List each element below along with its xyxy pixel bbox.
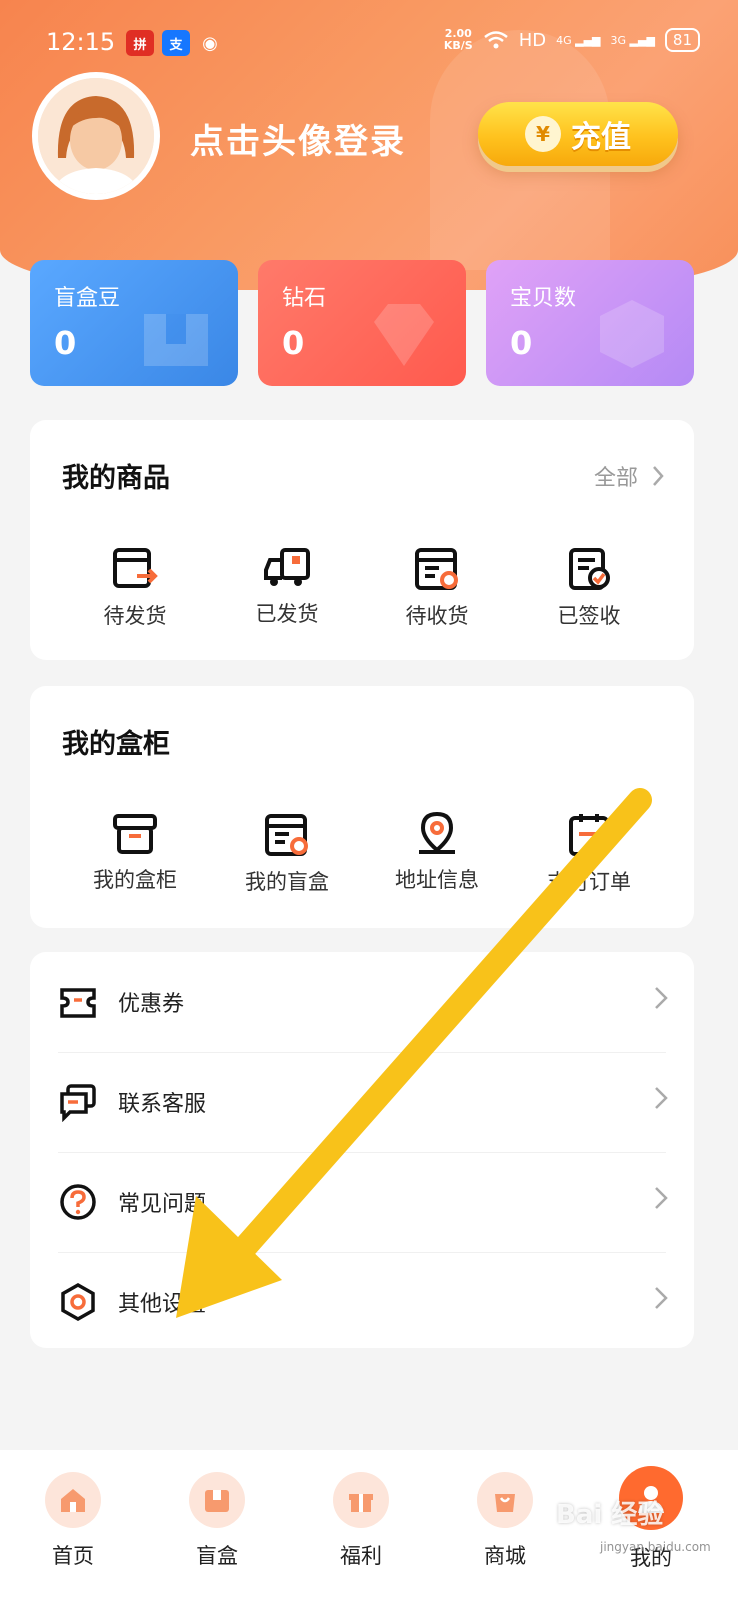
wechat-app-icon: ◉ (202, 32, 218, 54)
diamond-decoration-icon (374, 304, 434, 366)
gift-icon (333, 1472, 389, 1528)
status-bar: 12:15 拼 支 ◉ 2.00 KB/S HD 4G ▂▄▆ 3G ▂▄▆ 8… (0, 28, 738, 62)
my-goods-panel: 我的商品 全部 待发货 已发货 待收货 已签收 (30, 420, 694, 660)
tab-label: 商城 (484, 1544, 526, 1568)
status-indicators: 2.00 KB/S HD 4G ▂▄▆ 3G ▂▄▆ 81 (444, 28, 700, 52)
menu-item-other-settings[interactable]: 其他设置 (30, 1252, 694, 1352)
pinduoduo-app-icon: 拼 (126, 30, 154, 56)
watermark-url: jingyan.baidu.com (600, 1540, 711, 1554)
goods-pending-shipment[interactable]: 待发货 (60, 546, 210, 630)
my-cabinet-title: 我的盒柜 (62, 729, 170, 760)
settings-icon (61, 1282, 95, 1322)
chat-icon (60, 1084, 96, 1122)
truck-icon (264, 548, 310, 586)
recharge-label: 充值 (571, 120, 631, 155)
menu-item-label: 常见问题 (118, 1192, 207, 1217)
order-icon (569, 814, 609, 856)
status-time: 12:15 (46, 28, 116, 56)
goods-item-label: 已发货 (255, 602, 319, 626)
avatar[interactable] (32, 72, 160, 200)
cabinet-item-label: 我的盒柜 (93, 868, 177, 892)
cube-decoration-icon (600, 300, 664, 368)
chevron-right-icon (655, 1287, 668, 1309)
my-goods-title: 我的商品 (62, 463, 170, 494)
stat-card-blindbox-beans[interactable]: 盲盒豆 0 (30, 260, 238, 386)
cabinet-pay-orders[interactable]: 支付订单 (514, 812, 664, 896)
cabinet-item-label: 我的盲盒 (245, 870, 329, 894)
tab-label: 盲盒 (196, 1544, 238, 1568)
signed-icon (569, 548, 610, 590)
cabinet-item-label: 地址信息 (395, 868, 479, 892)
tab-label: 福利 (340, 1544, 382, 1568)
goods-shipped[interactable]: 已发货 (212, 546, 362, 628)
receipt-icon (415, 548, 458, 590)
alipay-app-icon: 支 (162, 30, 190, 56)
menu-item-coupons[interactable]: 优惠券 (30, 952, 694, 1052)
goods-signed[interactable]: 已签收 (514, 546, 664, 630)
tab-label: 首页 (52, 1544, 94, 1568)
watermark: Bai 经验 (556, 1500, 664, 1530)
chevron-right-icon (655, 1187, 668, 1209)
blindbox-icon (265, 814, 308, 856)
tab-home[interactable]: 首页 (18, 1472, 128, 1570)
tab-blindbox[interactable]: 盲盒 (162, 1472, 272, 1570)
menu-item-label: 其他设置 (118, 1292, 207, 1317)
chevron-right-icon (655, 1087, 668, 1109)
goods-item-label: 待收货 (405, 604, 469, 628)
yen-icon: ¥ (525, 116, 561, 152)
blindbox-tab-icon (189, 1472, 245, 1528)
menu-list-panel: 优惠券 联系客服 常见问题 其他设置 (30, 952, 694, 1348)
net-speed: 2.00 KB/S (443, 27, 473, 52)
cabinet-address-info[interactable]: 地址信息 (362, 810, 512, 894)
coupon-icon (60, 988, 96, 1018)
default-avatar-icon (38, 78, 154, 194)
signal-4g: 4G ▂▄▆ (556, 33, 601, 47)
recharge-button[interactable]: ¥ 充值 (478, 102, 678, 166)
cabinet-my-cabinet[interactable]: 我的盒柜 (60, 812, 210, 894)
view-all-link[interactable]: 全部 (594, 460, 664, 492)
menu-item-faq[interactable]: 常见问题 (30, 1152, 694, 1252)
my-cabinet-panel: 我的盒柜 我的盒柜 我的盲盒 地址信息 支付订单 (30, 686, 694, 928)
menu-item-label: 联系客服 (118, 1092, 207, 1117)
home-icon (45, 1472, 101, 1528)
chevron-right-icon (655, 987, 668, 1009)
signal-3g: 3G ▂▄▆ (610, 33, 655, 47)
tab-mall[interactable]: 商城 (450, 1472, 560, 1570)
wifi-icon (483, 31, 508, 49)
cabinet-my-blindbox[interactable]: 我的盲盒 (212, 812, 362, 896)
stat-card-treasures[interactable]: 宝贝数 0 (486, 260, 694, 386)
stat-card-diamonds[interactable]: 钻石 0 (258, 260, 466, 386)
menu-item-customer-service[interactable]: 联系客服 (30, 1052, 694, 1152)
question-icon (60, 1184, 96, 1220)
hd-indicator: HD (518, 29, 547, 51)
goods-item-label: 待发货 (103, 604, 167, 628)
login-prompt[interactable]: 点击头像登录 (190, 114, 406, 163)
goods-item-label: 已签收 (557, 604, 621, 628)
menu-item-label: 优惠券 (118, 992, 185, 1017)
goods-pending-receipt[interactable]: 待收货 (362, 546, 512, 630)
box-icon (113, 814, 157, 854)
tab-welfare[interactable]: 福利 (306, 1472, 416, 1570)
location-icon (419, 811, 455, 854)
cabinet-item-label: 支付订单 (547, 870, 631, 894)
battery-indicator: 81 (664, 28, 700, 52)
shop-icon (477, 1472, 533, 1528)
box-decoration-icon (144, 314, 208, 366)
shipment-pending-icon (113, 548, 158, 588)
chevron-right-icon (653, 466, 664, 486)
